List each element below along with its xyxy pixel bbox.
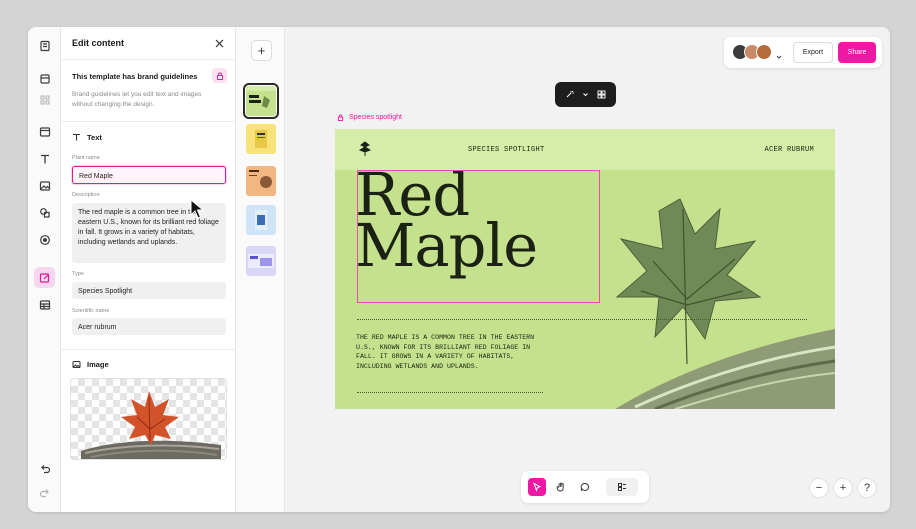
comment-tool-icon[interactable]: [576, 478, 594, 496]
frame-lock-icon: [337, 114, 344, 121]
description-label: Description: [72, 192, 100, 198]
mouse-cursor-icon: [190, 199, 204, 219]
thumbnail-2[interactable]: [246, 124, 276, 154]
zoom-out-button[interactable]: −: [809, 478, 829, 498]
maple-leaf-image: [81, 391, 221, 459]
add-slide-button[interactable]: +: [251, 40, 272, 61]
export-button[interactable]: Export: [793, 42, 833, 63]
plant-name-field[interactable]: Red Maple: [72, 166, 226, 184]
edit-content-icon[interactable]: [34, 267, 55, 288]
avatars-chevron-icon[interactable]: [775, 48, 783, 66]
image-section-icon: [72, 361, 81, 368]
slide-thumbnails: +: [236, 27, 285, 512]
thumbnail-2-preview: [255, 130, 267, 148]
grid-icon[interactable]: [34, 89, 55, 110]
image-preview[interactable]: [70, 378, 227, 460]
type-label: Type: [72, 271, 84, 277]
components-icon[interactable]: [34, 229, 55, 250]
close-icon[interactable]: [212, 36, 226, 50]
top-right-toolbar: Export Share: [724, 37, 882, 68]
panel-title: Edit content: [72, 38, 124, 48]
canvas[interactable]: Export Share Species spotlight SPECIES S…: [285, 27, 890, 512]
chevron-down-icon[interactable]: [581, 86, 590, 104]
image-section-heading: Image: [72, 360, 109, 369]
context-toolbar: [555, 82, 616, 107]
thumbnail-4-preview: [255, 210, 267, 230]
dotted-divider-bottom: [357, 392, 543, 393]
text-section-label: Text: [87, 133, 102, 142]
thumbnail-3-preview: [249, 170, 272, 188]
left-rail: [28, 27, 61, 512]
image-section-label: Image: [87, 360, 109, 369]
plant-name-label: Plant name: [72, 155, 100, 161]
text-icon[interactable]: [34, 148, 55, 169]
shapes-icon[interactable]: [34, 202, 55, 223]
layout-tool-icon[interactable]: [606, 478, 638, 496]
slide[interactable]: SPECIES SPOTLIGHT ACER RUBRUM Red Maple …: [335, 129, 835, 409]
layout-icon[interactable]: [34, 121, 55, 142]
section-divider: [61, 349, 235, 350]
text-section-heading: Text: [72, 133, 102, 142]
scientific-name-field[interactable]: Acer rubrum: [72, 318, 226, 335]
brand-guidelines-description: Brand guidelines let you edit text and i…: [72, 91, 202, 108]
slide-header-scientific-name: ACER RUBRUM: [764, 146, 814, 154]
slide-logo-icon: [358, 141, 372, 156]
share-button[interactable]: Share: [838, 42, 876, 63]
text-section-icon: [73, 133, 80, 141]
scientific-name-label: Scientific name: [72, 308, 110, 314]
grid-layout-icon[interactable]: [597, 86, 606, 104]
thumbnail-1-preview: [246, 86, 276, 108]
slide-description[interactable]: THE RED MAPLE IS A COMMON TREE IN THE EA…: [356, 333, 552, 371]
hand-tool-icon[interactable]: [552, 478, 570, 496]
panel-header: Edit content: [61, 27, 235, 60]
frame-label-text: Species spotlight: [349, 114, 402, 121]
select-tool-icon[interactable]: [528, 478, 546, 496]
lock-icon: [212, 68, 227, 83]
app-logo-icon[interactable]: [34, 35, 55, 56]
dotted-divider-top: [357, 319, 807, 320]
help-button[interactable]: ?: [857, 478, 877, 498]
magic-icon[interactable]: [565, 86, 574, 104]
app-window: Edit content This template has brand gui…: [28, 27, 890, 512]
thumbnail-4[interactable]: [246, 205, 276, 235]
avatar[interactable]: [756, 44, 772, 60]
brand-guidelines-title: This template has brand guidelines: [72, 72, 198, 81]
image-icon[interactable]: [34, 175, 55, 196]
frame-label[interactable]: Species spotlight: [337, 114, 402, 121]
edit-content-panel: Edit content This template has brand gui…: [61, 27, 236, 512]
redo-icon[interactable]: [34, 482, 55, 503]
type-field[interactable]: Species Spotlight: [72, 282, 226, 299]
bottom-toolbar: [521, 471, 649, 503]
slide-header-title: SPECIES SPOTLIGHT: [468, 146, 545, 154]
zoom-in-button[interactable]: +: [833, 478, 853, 498]
pages-icon[interactable]: [34, 68, 55, 89]
brand-guidelines-notice: This template has brand guidelines Brand…: [61, 60, 235, 122]
table-icon[interactable]: [34, 294, 55, 315]
selection-box: [357, 170, 600, 303]
thumbnail-1[interactable]: [243, 83, 279, 119]
thumbnail-5[interactable]: [246, 246, 276, 276]
undo-icon[interactable]: [34, 458, 55, 479]
zoom-controls: − + ?: [809, 478, 877, 498]
thumbnail-5-preview: [248, 254, 274, 268]
thumbnail-3[interactable]: [246, 166, 276, 196]
